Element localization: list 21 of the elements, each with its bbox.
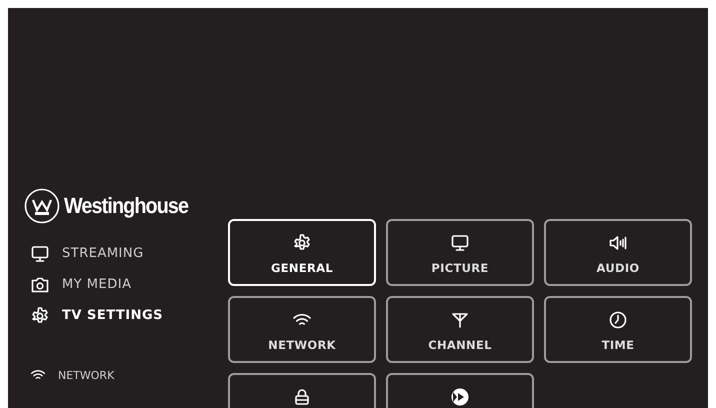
settings-icon — [292, 233, 312, 253]
settings-tile[interactable]: TIME — [544, 296, 692, 363]
sidebar-item[interactable]: MY MEDIA — [62, 277, 132, 292]
settings-icon — [30, 306, 50, 326]
settings-tile[interactable]: GENERAL — [228, 219, 376, 286]
camera-icon — [30, 274, 50, 294]
settings-tile[interactable]: NETWORK — [228, 296, 376, 363]
sidebar-item[interactable]: STREAMING — [62, 246, 144, 261]
clock-icon — [608, 310, 628, 330]
settings-tile[interactable]: CHANNEL — [386, 296, 534, 363]
monitor-icon — [30, 244, 50, 264]
network-status: NETWORK — [58, 368, 114, 382]
monitor-icon — [450, 233, 470, 253]
brand-name: Westinghouse — [64, 193, 188, 219]
lock-icon — [292, 387, 312, 407]
logo-icon — [24, 188, 60, 224]
sidebar-item[interactable]: TV SETTINGS — [62, 308, 163, 323]
settings-tile[interactable]: PICTURE — [386, 219, 534, 286]
play-icon — [450, 387, 470, 407]
antenna-icon — [450, 310, 470, 330]
settings-tile[interactable]: AUDIO — [544, 219, 692, 286]
